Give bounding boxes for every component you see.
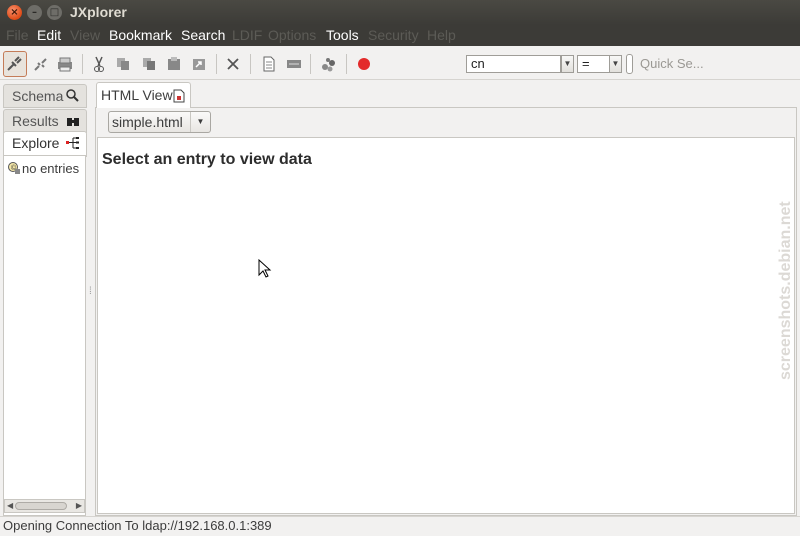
- quick-search-input[interactable]: Quick Se...: [634, 54, 794, 74]
- tree-horizontal-scrollbar[interactable]: ◀ ▶: [4, 499, 85, 513]
- refresh-tree-icon: [322, 58, 335, 72]
- disconnect-button[interactable]: [30, 53, 52, 75]
- menu-security[interactable]: Security: [368, 27, 419, 43]
- rename-icon: [287, 60, 301, 68]
- scroll-right-icon[interactable]: ▶: [76, 500, 82, 512]
- menu-help[interactable]: Help: [427, 27, 456, 43]
- rename-button[interactable]: [283, 53, 305, 75]
- printer-icon: [58, 57, 72, 72]
- quick-search-separator: [626, 54, 633, 74]
- tab-results[interactable]: Results: [3, 109, 87, 133]
- chevron-down-icon[interactable]: ▼: [190, 112, 210, 132]
- record-stop-icon: [358, 58, 370, 70]
- toolbar-separator: [82, 54, 83, 74]
- copy-dn-icon: [143, 58, 155, 70]
- attribute-combo-arrow[interactable]: ▼: [561, 55, 574, 73]
- connect-button[interactable]: [3, 51, 27, 77]
- application-window: × – □ JXplorer File Edit View Bookmark S…: [0, 0, 800, 536]
- toolbar-separator: [216, 54, 217, 74]
- print-button[interactable]: [54, 53, 76, 75]
- menu-search[interactable]: Search: [181, 27, 225, 43]
- schema-icon: [66, 89, 79, 102]
- unplug-icon: [34, 58, 47, 71]
- paste-icon: [168, 57, 180, 70]
- tree-icon: [66, 137, 79, 149]
- scroll-left-icon[interactable]: ◀: [7, 500, 13, 512]
- tab-explore-label: Explore: [12, 135, 60, 151]
- tab-results-label: Results: [12, 113, 59, 129]
- status-bar: Opening Connection To ldap://192.168.0.1…: [0, 516, 800, 536]
- menu-view[interactable]: View: [70, 27, 100, 43]
- html-document-icon: [173, 89, 185, 103]
- refresh-button[interactable]: [318, 53, 340, 75]
- template-select[interactable]: simple.html ▼: [108, 111, 211, 133]
- menu-bar: File Edit View Bookmark Search LDIF Opti…: [0, 25, 800, 46]
- copy-button[interactable]: [112, 53, 134, 75]
- mouse-cursor-icon: [258, 259, 272, 278]
- html-content-area: Select an entry to view data: [97, 137, 795, 514]
- delete-icon: [227, 58, 239, 70]
- toolbar-separator: [310, 54, 311, 74]
- tab-schema[interactable]: Schema: [3, 84, 87, 108]
- cut-button[interactable]: [88, 53, 110, 75]
- status-text: Opening Connection To ldap://192.168.0.1…: [3, 518, 272, 533]
- toolbar-separator: [250, 54, 251, 74]
- delete-button[interactable]: [222, 53, 244, 75]
- minimize-window-button[interactable]: –: [27, 5, 42, 20]
- stop-button[interactable]: [353, 53, 375, 75]
- title-bar: × – □ JXplorer: [0, 0, 800, 25]
- menu-tools[interactable]: Tools: [326, 27, 359, 43]
- menu-edit[interactable]: Edit: [37, 27, 61, 43]
- operator-combo-arrow[interactable]: ▼: [609, 55, 622, 73]
- scissors-icon: [94, 56, 104, 72]
- menu-file[interactable]: File: [6, 27, 29, 43]
- entry-node-icon: ©: [8, 162, 20, 174]
- scrollbar-thumb[interactable]: [15, 502, 67, 510]
- menu-bookmark[interactable]: Bookmark: [109, 27, 172, 43]
- window-title: JXplorer: [70, 4, 127, 20]
- paste-button[interactable]: [163, 53, 185, 75]
- paste-alias-icon: [193, 59, 205, 70]
- template-select-value: simple.html: [112, 114, 183, 130]
- tab-html-view-label: HTML View: [101, 87, 173, 103]
- new-entry-button[interactable]: [258, 53, 280, 75]
- document-icon: [263, 56, 275, 72]
- binoculars-icon: [67, 118, 79, 126]
- explore-tree-panel: © no entries: [3, 155, 86, 516]
- watermark: screenshots.debian.net: [777, 201, 794, 380]
- operator-combo[interactable]: =: [577, 55, 610, 73]
- close-window-button[interactable]: ×: [7, 5, 22, 20]
- watermark-text: screenshots.debian.net: [777, 201, 794, 380]
- copy-icon: [117, 58, 129, 70]
- copy-dn-button[interactable]: [138, 53, 160, 75]
- tab-html-view[interactable]: HTML View: [96, 82, 191, 108]
- menu-options[interactable]: Options: [268, 27, 316, 43]
- tab-schema-label: Schema: [12, 88, 64, 104]
- attribute-combo[interactable]: cn: [466, 55, 561, 73]
- tab-explore[interactable]: Explore: [3, 131, 87, 157]
- plug-icon: [7, 56, 22, 71]
- maximize-window-button[interactable]: □: [47, 5, 62, 20]
- toolbar-separator: [346, 54, 347, 74]
- menu-ldif[interactable]: LDIF: [232, 27, 262, 43]
- paste-alias-button[interactable]: [188, 53, 210, 75]
- split-pane-divider[interactable]: ⁞: [89, 287, 93, 306]
- tree-item-no-entries[interactable]: no entries: [22, 161, 86, 176]
- empty-state-message: Select an entry to view data: [102, 151, 312, 168]
